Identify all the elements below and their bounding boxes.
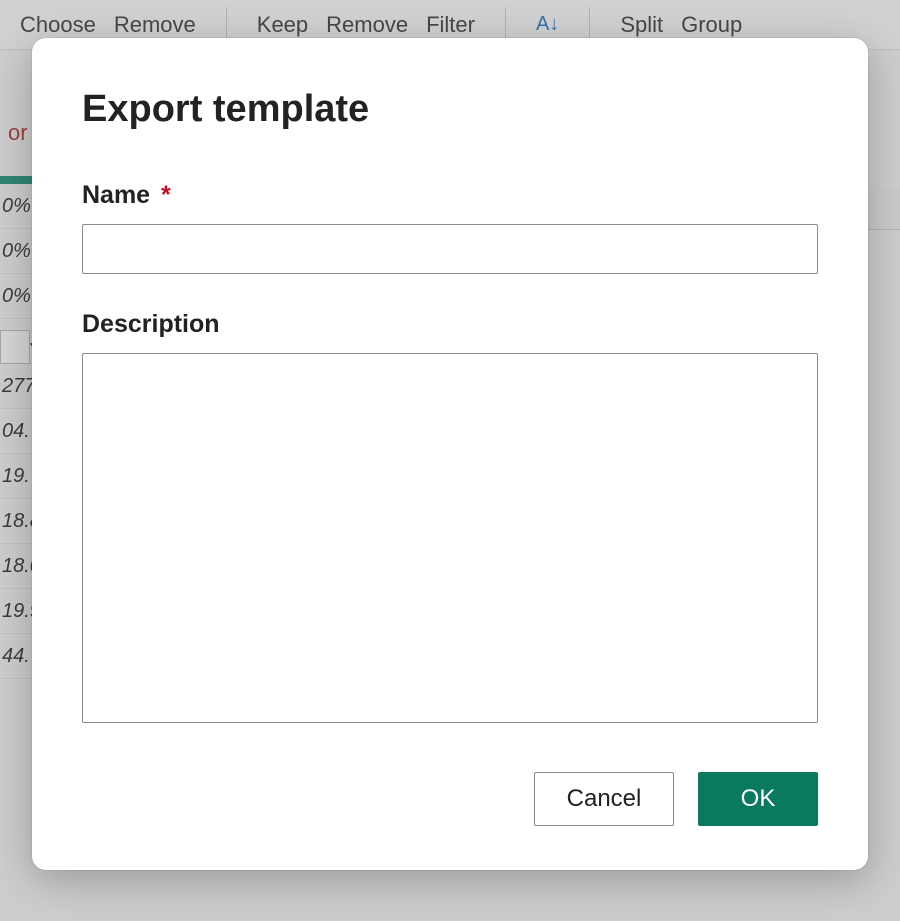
export-template-dialog: Export template Name * Description Cance… (32, 38, 868, 870)
description-field-block: Description (82, 310, 818, 728)
description-input[interactable] (82, 353, 818, 723)
required-indicator: * (161, 181, 171, 209)
ok-button[interactable]: OK (698, 772, 818, 826)
dialog-title: Export template (82, 88, 818, 131)
description-label: Description (82, 310, 818, 339)
name-field-block: Name * (82, 181, 818, 274)
dialog-button-row: Cancel OK (82, 772, 818, 826)
name-label: Name * (82, 181, 818, 210)
name-label-text: Name (82, 181, 150, 209)
cancel-button[interactable]: Cancel (534, 772, 674, 826)
name-input[interactable] (82, 224, 818, 274)
